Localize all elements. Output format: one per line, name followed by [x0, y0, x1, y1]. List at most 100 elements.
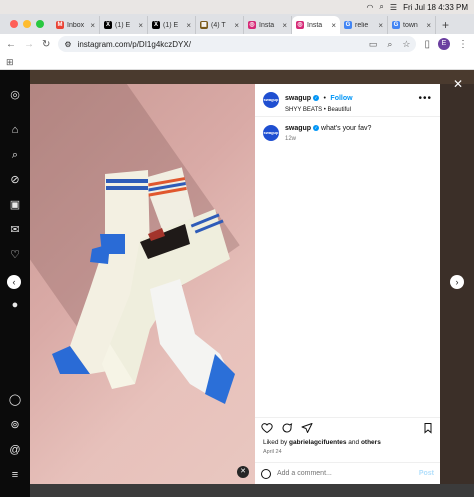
site-info-icon[interactable]: ⚙ — [64, 40, 71, 49]
search-icon[interactable]: ⌕ — [379, 2, 383, 12]
author-avatar[interactable]: swagup — [263, 92, 279, 108]
browser-tab[interactable]: ▦ (4) T × — [196, 16, 244, 34]
tab-close-icon[interactable]: × — [186, 21, 191, 30]
threads-app-icon[interactable]: @ — [8, 443, 22, 457]
browser-tab[interactable]: ◎ Insta × — [292, 16, 340, 34]
like-heart-icon[interactable] — [261, 422, 273, 434]
follow-button[interactable]: Follow — [330, 95, 352, 102]
tab-favicon-icon: G — [392, 21, 400, 29]
maximize-window-button[interactable] — [36, 20, 44, 28]
chevron-left-icon[interactable]: ‹ — [7, 275, 21, 289]
minimize-window-button[interactable] — [23, 20, 31, 28]
control-center-icon[interactable]: ☰ — [390, 3, 397, 12]
save-bookmark-icon[interactable] — [422, 422, 434, 434]
browser-tab[interactable]: M Inbox × — [52, 16, 100, 34]
browser-tab[interactable]: ◎ Insta × — [244, 16, 292, 34]
tab-close-icon[interactable]: × — [138, 21, 143, 30]
tab-close-icon[interactable]: × — [90, 21, 95, 30]
forward-icon[interactable]: → — [24, 39, 34, 50]
caption-username[interactable]: swagup — [285, 125, 311, 132]
profile-icon[interactable]: ● — [8, 298, 22, 312]
liked-by-prefix: Liked by — [263, 439, 288, 446]
caption-body: swagup ✓ what's your fav? — [285, 125, 371, 132]
tab-label: (1) E — [163, 21, 179, 29]
tab-favicon-icon: M — [56, 21, 64, 29]
tab-close-icon[interactable]: × — [331, 21, 336, 30]
separator-dot: • — [323, 95, 326, 102]
socks-illustration — [52, 167, 235, 404]
author-username[interactable]: swagup — [285, 95, 311, 102]
profile-avatar[interactable]: E — [438, 38, 450, 50]
browser-tab[interactable]: X (1) E × — [100, 16, 148, 34]
browser-tab[interactable]: Grelie × — [340, 16, 388, 34]
cast-icon[interactable]: ▭ — [369, 39, 378, 50]
audio-track[interactable]: SHYY BEATS • Beautiful — [285, 107, 353, 113]
address-bar[interactable]: ⚙ instagram.com/p/DI1g4kczDYX/ ▭ ⌕ ☆ — [58, 36, 417, 52]
post-actions — [255, 417, 440, 437]
browser-toolbar: ← → ↻ ⚙ instagram.com/p/DI1g4kczDYX/ ▭ ⌕… — [0, 34, 474, 54]
tab-close-icon[interactable]: × — [282, 21, 287, 30]
explore-icon[interactable]: ⊘ — [8, 173, 22, 187]
background-feed — [30, 70, 474, 84]
comment-icon[interactable] — [281, 422, 293, 434]
tab-close-icon[interactable]: × — [426, 21, 431, 30]
search-icon[interactable]: ⌕ — [8, 148, 22, 162]
tab-close-icon[interactable]: × — [378, 21, 383, 30]
threads-icon[interactable]: ◯ — [8, 393, 22, 407]
caption: swagup swagup ✓ what's your fav? 12w — [255, 117, 440, 150]
back-icon[interactable]: ← — [6, 39, 16, 50]
window-controls — [4, 14, 52, 34]
post-comment-button[interactable]: Post — [419, 470, 434, 477]
tab-favicon-icon: X — [152, 21, 160, 29]
tab-label: town — [403, 21, 418, 29]
liked-by-others[interactable]: others — [361, 439, 381, 446]
new-tab-button[interactable]: + — [436, 16, 455, 34]
notifications-heart-icon[interactable]: ♡ — [8, 248, 22, 262]
liked-by-and: and — [348, 439, 360, 446]
post-date[interactable]: April 24 — [263, 449, 282, 455]
browser-tab[interactable]: Gtown × — [388, 16, 436, 34]
macos-menubar: ◠ ⌕ ☰ Fri Jul 18 4:33 PM — [0, 0, 474, 14]
author-info: swagup ✓ • Follow SHYY BEATS • Beautiful — [285, 87, 353, 113]
post-image[interactable]: ✕ — [30, 84, 255, 484]
address-url: instagram.com/p/DI1g4kczDYX/ — [77, 39, 191, 49]
verified-badge-icon: ✓ — [313, 95, 320, 101]
reels-icon[interactable]: ▣ — [8, 198, 22, 212]
tab-close-icon[interactable]: × — [234, 21, 239, 30]
caption-avatar[interactable]: swagup — [263, 125, 279, 141]
instagram-logo-icon[interactable]: ◎ — [8, 88, 22, 102]
tab-label: relie — [355, 21, 369, 29]
zoom-icon[interactable]: ⌕ — [387, 39, 392, 50]
meta-ai-icon[interactable]: ⊚ — [8, 418, 22, 432]
menu-kebab-icon[interactable]: ⋮ — [458, 39, 468, 50]
emoji-icon[interactable] — [261, 468, 271, 479]
caption-timestamp[interactable]: 12w — [285, 136, 371, 142]
add-comment-bar: Add a comment... Post — [255, 462, 440, 484]
tab-label: Insta — [259, 21, 275, 29]
share-send-icon[interactable] — [301, 422, 313, 434]
tab-label: (4) T — [211, 21, 226, 29]
bookmarks-bar: ⊞ — [0, 54, 474, 70]
more-menu-icon[interactable]: ≡ — [8, 468, 22, 482]
close-window-button[interactable] — [10, 20, 18, 28]
menubar-clock[interactable]: Fri Jul 18 4:33 PM — [403, 3, 468, 12]
likes-line: Liked by gabrielagcifuentes and others — [263, 439, 381, 446]
background-feed-bottom — [30, 484, 474, 497]
liked-by-user[interactable]: gabrielagcifuentes — [289, 439, 346, 446]
side-panel-icon[interactable]: ▯ — [424, 39, 430, 50]
more-options-icon[interactable]: ••• — [418, 93, 432, 104]
caption-text: what's your fav? — [321, 125, 372, 132]
mute-icon[interactable]: ✕ — [237, 466, 249, 478]
wifi-icon[interactable]: ◠ — [366, 3, 373, 12]
home-icon[interactable]: ⌂ — [8, 123, 22, 137]
bookmark-star-icon[interactable]: ☆ — [402, 39, 410, 50]
close-icon[interactable]: ✕ — [452, 78, 464, 90]
apps-grid-icon[interactable]: ⊞ — [6, 57, 14, 67]
background-feed-right — [440, 84, 474, 497]
messages-icon[interactable]: ✉ — [8, 223, 22, 237]
chevron-right-icon[interactable]: › — [450, 275, 464, 289]
reload-icon[interactable]: ↻ — [42, 39, 50, 50]
post-header: swagup swagup ✓ • Follow SHYY BEATS • Bea… — [255, 84, 440, 117]
add-comment-input[interactable]: Add a comment... — [277, 470, 413, 477]
browser-tab[interactable]: X (1) E × — [148, 16, 196, 34]
